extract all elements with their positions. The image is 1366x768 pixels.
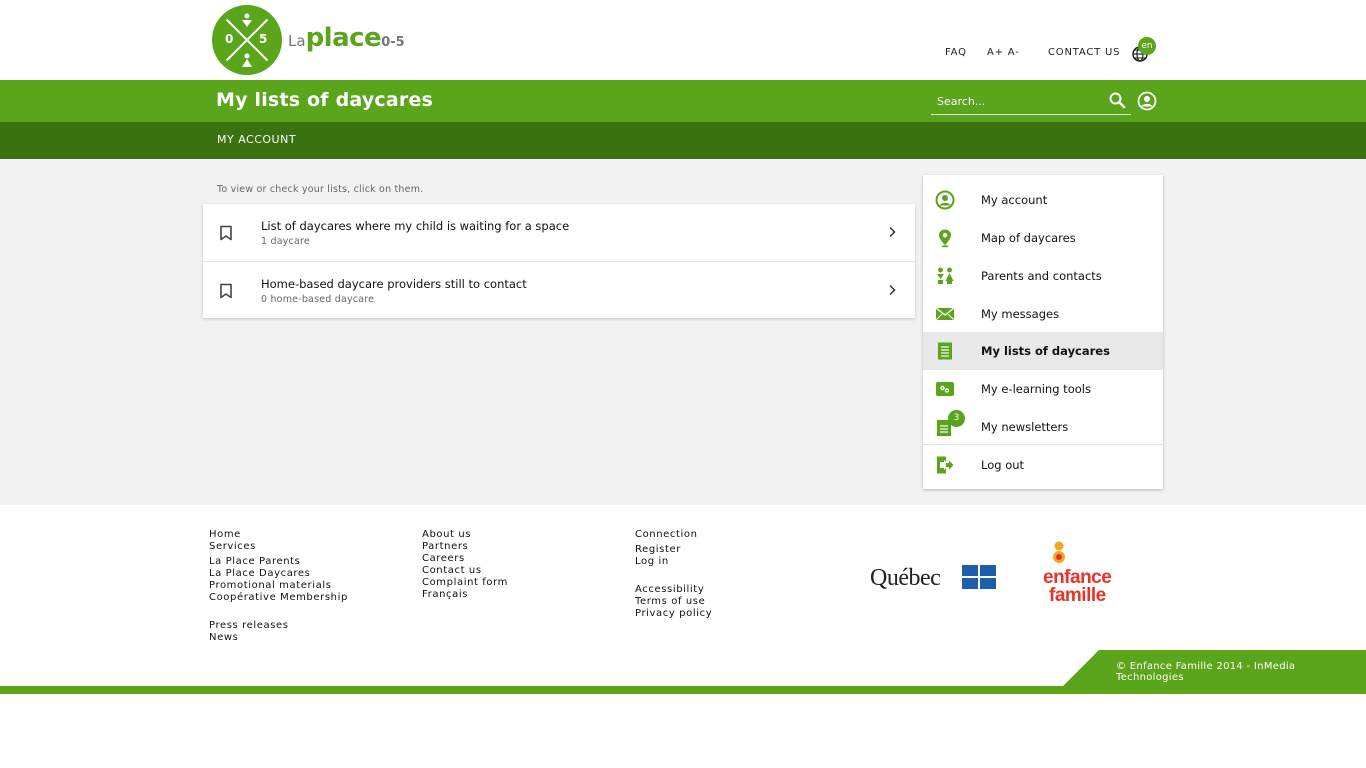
menu-divider <box>923 444 1163 445</box>
child-figure-icon <box>242 53 252 67</box>
footer-accent-line <box>0 686 1366 694</box>
e-learning-icon <box>936 382 954 396</box>
list-count: 1 daycare <box>261 236 310 247</box>
account-side-menu: My account Map of daycares Parents and c… <box>923 175 1163 489</box>
quebec-flag-icon <box>962 565 996 589</box>
contact-us-link[interactable]: CONTACT US <box>1048 47 1120 58</box>
footer-link[interactable]: Coopérative Membership <box>209 592 348 603</box>
footer-link[interactable]: Register <box>635 544 681 555</box>
list-title: Home-based daycare providers still to co… <box>261 277 527 291</box>
menu-item-label: Map of daycares <box>981 231 1076 245</box>
chevron-right-icon <box>889 284 896 296</box>
faq-link[interactable]: FAQ <box>945 47 967 58</box>
newsletter-count-badge: 3 <box>948 410 965 427</box>
list-icon <box>938 342 952 360</box>
ef-line-famille: famille <box>1049 585 1106 606</box>
lists-hint: To view or check your lists, click on th… <box>217 184 424 195</box>
title-bar: My lists of daycares <box>0 80 1366 122</box>
menu-item-newsletters[interactable]: 3 My newsletters <box>923 408 1163 446</box>
daycare-lists: List of daycares where my child is waiti… <box>203 204 915 318</box>
footer-link[interactable]: Home <box>209 529 241 540</box>
logo-place: place <box>305 23 382 53</box>
enfance-famille-logo[interactable]: enfance famille <box>1043 541 1135 616</box>
logo-digit-left: 0 <box>225 32 234 46</box>
list-count: 0 home-based daycare <box>261 294 375 305</box>
logo-age: 0-5 <box>381 35 405 50</box>
menu-item-label: My account <box>981 193 1048 207</box>
footer-link[interactable]: Press releases <box>209 620 289 631</box>
search-box <box>931 88 1131 115</box>
footer-link[interactable]: Terms of use <box>635 596 705 607</box>
quebec-logo[interactable]: Québec <box>870 563 1000 595</box>
footer-link[interactable]: About us <box>422 529 471 540</box>
footer-link[interactable]: La Place Daycares <box>209 568 310 579</box>
sub-navigation: MY ACCOUNT <box>0 122 1366 159</box>
logo-la: La <box>288 32 306 50</box>
menu-item-label: My newsletters <box>981 420 1069 434</box>
copyright-text: © Enfance Famille 2014 - InMedia Technol… <box>1116 661 1296 683</box>
logo-digit-right: 5 <box>259 32 268 46</box>
people-icon <box>937 267 954 284</box>
page-title: My lists of daycares <box>216 89 434 111</box>
logout-icon <box>937 456 954 474</box>
menu-item-label: Parents and contacts <box>981 269 1102 283</box>
user-circle-icon[interactable] <box>1137 91 1157 111</box>
menu-item-e-learning[interactable]: My e-learning tools <box>923 370 1163 408</box>
footer-link[interactable]: Privacy policy <box>635 608 712 619</box>
my-account-nav-link[interactable]: MY ACCOUNT <box>217 133 296 146</box>
menu-item-my-lists[interactable]: My lists of daycares <box>923 332 1163 370</box>
font-size-toggle[interactable]: A+ A- <box>987 47 1020 58</box>
menu-item-label: My e-learning tools <box>981 382 1091 396</box>
menu-item-label: Log out <box>981 458 1025 472</box>
menu-item-label: My lists of daycares <box>981 344 1110 358</box>
search-input[interactable] <box>937 93 1102 109</box>
list-item-waiting[interactable]: List of daycares where my child is waiti… <box>203 204 915 261</box>
footer-link[interactable]: Promotional materials <box>209 580 332 591</box>
footer-link[interactable]: Français <box>422 589 468 600</box>
bookmark-icon <box>220 283 232 299</box>
footer-column-1: Home Services La Place Parents La Place … <box>209 529 348 644</box>
footer-link[interactable]: La Place Parents <box>209 556 300 567</box>
user-circle-icon <box>935 190 955 210</box>
language-badge[interactable]: en <box>1138 37 1156 55</box>
map-pin-icon <box>939 229 951 248</box>
quebec-wordmark: Québec <box>870 565 941 591</box>
menu-item-logout[interactable]: Log out <box>923 446 1163 484</box>
footer-link[interactable]: Connection <box>635 529 698 540</box>
main-content: To view or check your lists, click on th… <box>0 159 1366 505</box>
menu-item-label: My messages <box>981 307 1060 321</box>
footer-link[interactable]: Partners <box>422 541 468 552</box>
logo-emblem: 0 5 <box>212 5 282 75</box>
footer-link[interactable]: Contact us <box>422 565 482 576</box>
footer-link[interactable]: Log in <box>635 556 669 567</box>
footer-column-2: About us Partners Careers Contact us Com… <box>422 529 508 601</box>
logo-wordmark: Laplace0-5 <box>288 23 405 53</box>
footer-link[interactable]: Careers <box>422 553 465 564</box>
site-logo[interactable]: 0 5 Laplace0-5 <box>212 5 412 77</box>
menu-item-map[interactable]: Map of daycares <box>923 219 1163 257</box>
search-icon[interactable] <box>1108 91 1126 109</box>
top-header: 0 5 Laplace0-5 FAQ A+ A- CONTACT US en <box>0 0 1366 80</box>
child-figure-icon <box>242 13 252 27</box>
footer-link[interactable]: News <box>209 632 238 643</box>
site-footer: Home Services La Place Parents La Place … <box>0 505 1366 695</box>
bookmark-icon <box>220 225 232 241</box>
list-item-to-contact[interactable]: Home-based daycare providers still to co… <box>203 261 915 318</box>
list-title: List of daycares where my child is waiti… <box>261 219 570 233</box>
menu-item-messages[interactable]: My messages <box>923 295 1163 333</box>
chevron-right-icon <box>889 226 896 238</box>
envelope-icon <box>935 307 955 321</box>
footer-link[interactable]: Services <box>209 541 256 552</box>
footer-link[interactable]: Complaint form <box>422 577 508 588</box>
footer-column-3: Connection Register Log in Accessibility… <box>635 529 712 620</box>
menu-item-parents[interactable]: Parents and contacts <box>923 257 1163 295</box>
menu-item-my-account[interactable]: My account <box>923 181 1163 219</box>
enfance-famille-wordmark: enfance famille <box>1043 568 1112 606</box>
footer-link[interactable]: Accessibility <box>635 584 704 595</box>
